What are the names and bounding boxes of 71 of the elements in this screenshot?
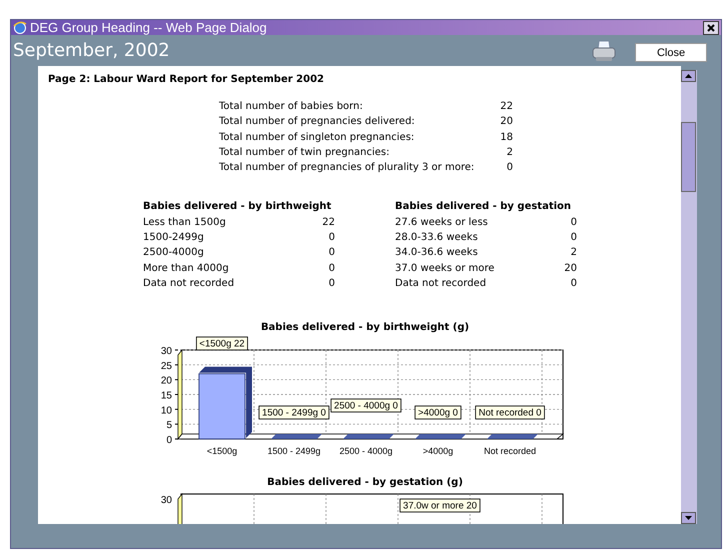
- stat-label: Total number of singleton pregnancies:: [219, 130, 414, 145]
- axis-tick-label: 10: [160, 406, 172, 417]
- axis-tick-label: 30: [160, 346, 172, 358]
- data-label: <1500g 22: [199, 338, 245, 350]
- table-cell-text: 37.0 weeks or more: [395, 262, 494, 276]
- axis-tick-label: 30: [160, 495, 172, 506]
- close-button[interactable]: Close: [635, 43, 707, 62]
- axis-tick-label: 15: [160, 390, 172, 402]
- window-title: DEG Group Heading -- Web Page Dialog: [30, 20, 268, 35]
- stat-value: 2: [506, 146, 513, 160]
- data-label: Not recorded 0: [478, 408, 542, 419]
- data-label: 1500 - 2499g 0: [258, 406, 330, 420]
- scroll-up-icon[interactable]: [681, 70, 696, 82]
- table-cell-text: 0: [570, 276, 577, 291]
- table-cell-text: 1500-2499g: [143, 231, 204, 246]
- category-label: 1500 - 2499g: [267, 446, 321, 456]
- table-cell-text: 0: [328, 262, 335, 276]
- scrollbar[interactable]: [681, 70, 697, 524]
- data-label: 1500 - 2499g 0: [262, 408, 326, 419]
- stat-label: Total number of pregnancies delivered:: [219, 115, 415, 130]
- table-cell-text: More than 4000g: [143, 262, 229, 276]
- chart-title: Babies delivered - by gestation (g): [267, 477, 463, 488]
- data-label: 37.0w or more 20: [400, 498, 480, 513]
- stat-label: Total number of twin pregnancies:: [219, 146, 390, 160]
- table-cell-text: 28.0-33.6 weeks: [395, 231, 478, 246]
- table-cell-text: 0: [328, 276, 335, 291]
- stat-value: 18: [500, 130, 513, 145]
- table-cell-text: 2: [570, 246, 577, 260]
- axis-tick-label: 5: [166, 420, 172, 432]
- table-heading: Babies delivered - by birthweight: [143, 200, 332, 214]
- category-label: Not recorded: [484, 446, 536, 456]
- table-cell-text: 27.6 weeks or less: [395, 216, 488, 230]
- data-label: >4000g 0: [414, 406, 462, 420]
- axis-tick-label: 0: [166, 435, 172, 446]
- axis-wall: [178, 493, 182, 524]
- report-heading: Page 2: Labour Ward Report for September 2002: [48, 73, 325, 87]
- table-cell-text: 20: [564, 262, 577, 276]
- data-label: 2500 - 4000g 0: [330, 398, 402, 413]
- axis-tick-label: 20: [160, 376, 172, 387]
- table-cell-text: 0: [328, 246, 335, 260]
- page-title: September, 2002: [13, 40, 171, 61]
- data-label: Not recorded 0: [475, 406, 545, 420]
- category-label: <1500g: [206, 446, 238, 456]
- table-cell-text: Data not recorded: [143, 276, 234, 291]
- table-heading: Babies delivered - by gestation: [395, 200, 572, 214]
- stat-label: Total number of pregnancies of plurality 3 or more:: [219, 161, 474, 176]
- category-label: 2500 - 4000g: [339, 446, 393, 456]
- table-cell-text: Less than 1500g: [143, 216, 226, 230]
- table-cell-text: 0: [570, 216, 577, 230]
- table-cell-text: 22: [322, 216, 335, 230]
- stat-value: 0: [506, 161, 513, 176]
- table-cell-text: Data not recorded: [395, 276, 486, 291]
- data-label: 2500 - 4000g 0: [334, 400, 398, 412]
- stat-value: 22: [500, 100, 513, 114]
- table-cell-text: 0: [570, 231, 577, 246]
- chart-title: Babies delivered - by birthweight (g): [260, 322, 470, 334]
- data-label: >4000g 0: [418, 408, 458, 419]
- axis-tick-label: 25: [160, 361, 172, 372]
- browser-icon: [13, 21, 27, 34]
- scroll-thumb[interactable]: [681, 122, 696, 192]
- table-cell-text: 0: [328, 231, 335, 246]
- bar: [198, 374, 246, 440]
- stat-label: Total number of babies born:: [219, 100, 363, 114]
- printer-icon[interactable]: [591, 40, 617, 62]
- table-cell-text: 34.0-36.6 weeks: [395, 246, 478, 260]
- table-cell-text: 2500-4000g: [143, 246, 204, 260]
- data-label: <1500g 22: [196, 336, 248, 351]
- category-label: >4000g: [422, 446, 454, 456]
- close-icon[interactable]: [703, 20, 719, 34]
- scroll-down-icon[interactable]: [681, 512, 696, 524]
- stat-value: 20: [500, 115, 513, 130]
